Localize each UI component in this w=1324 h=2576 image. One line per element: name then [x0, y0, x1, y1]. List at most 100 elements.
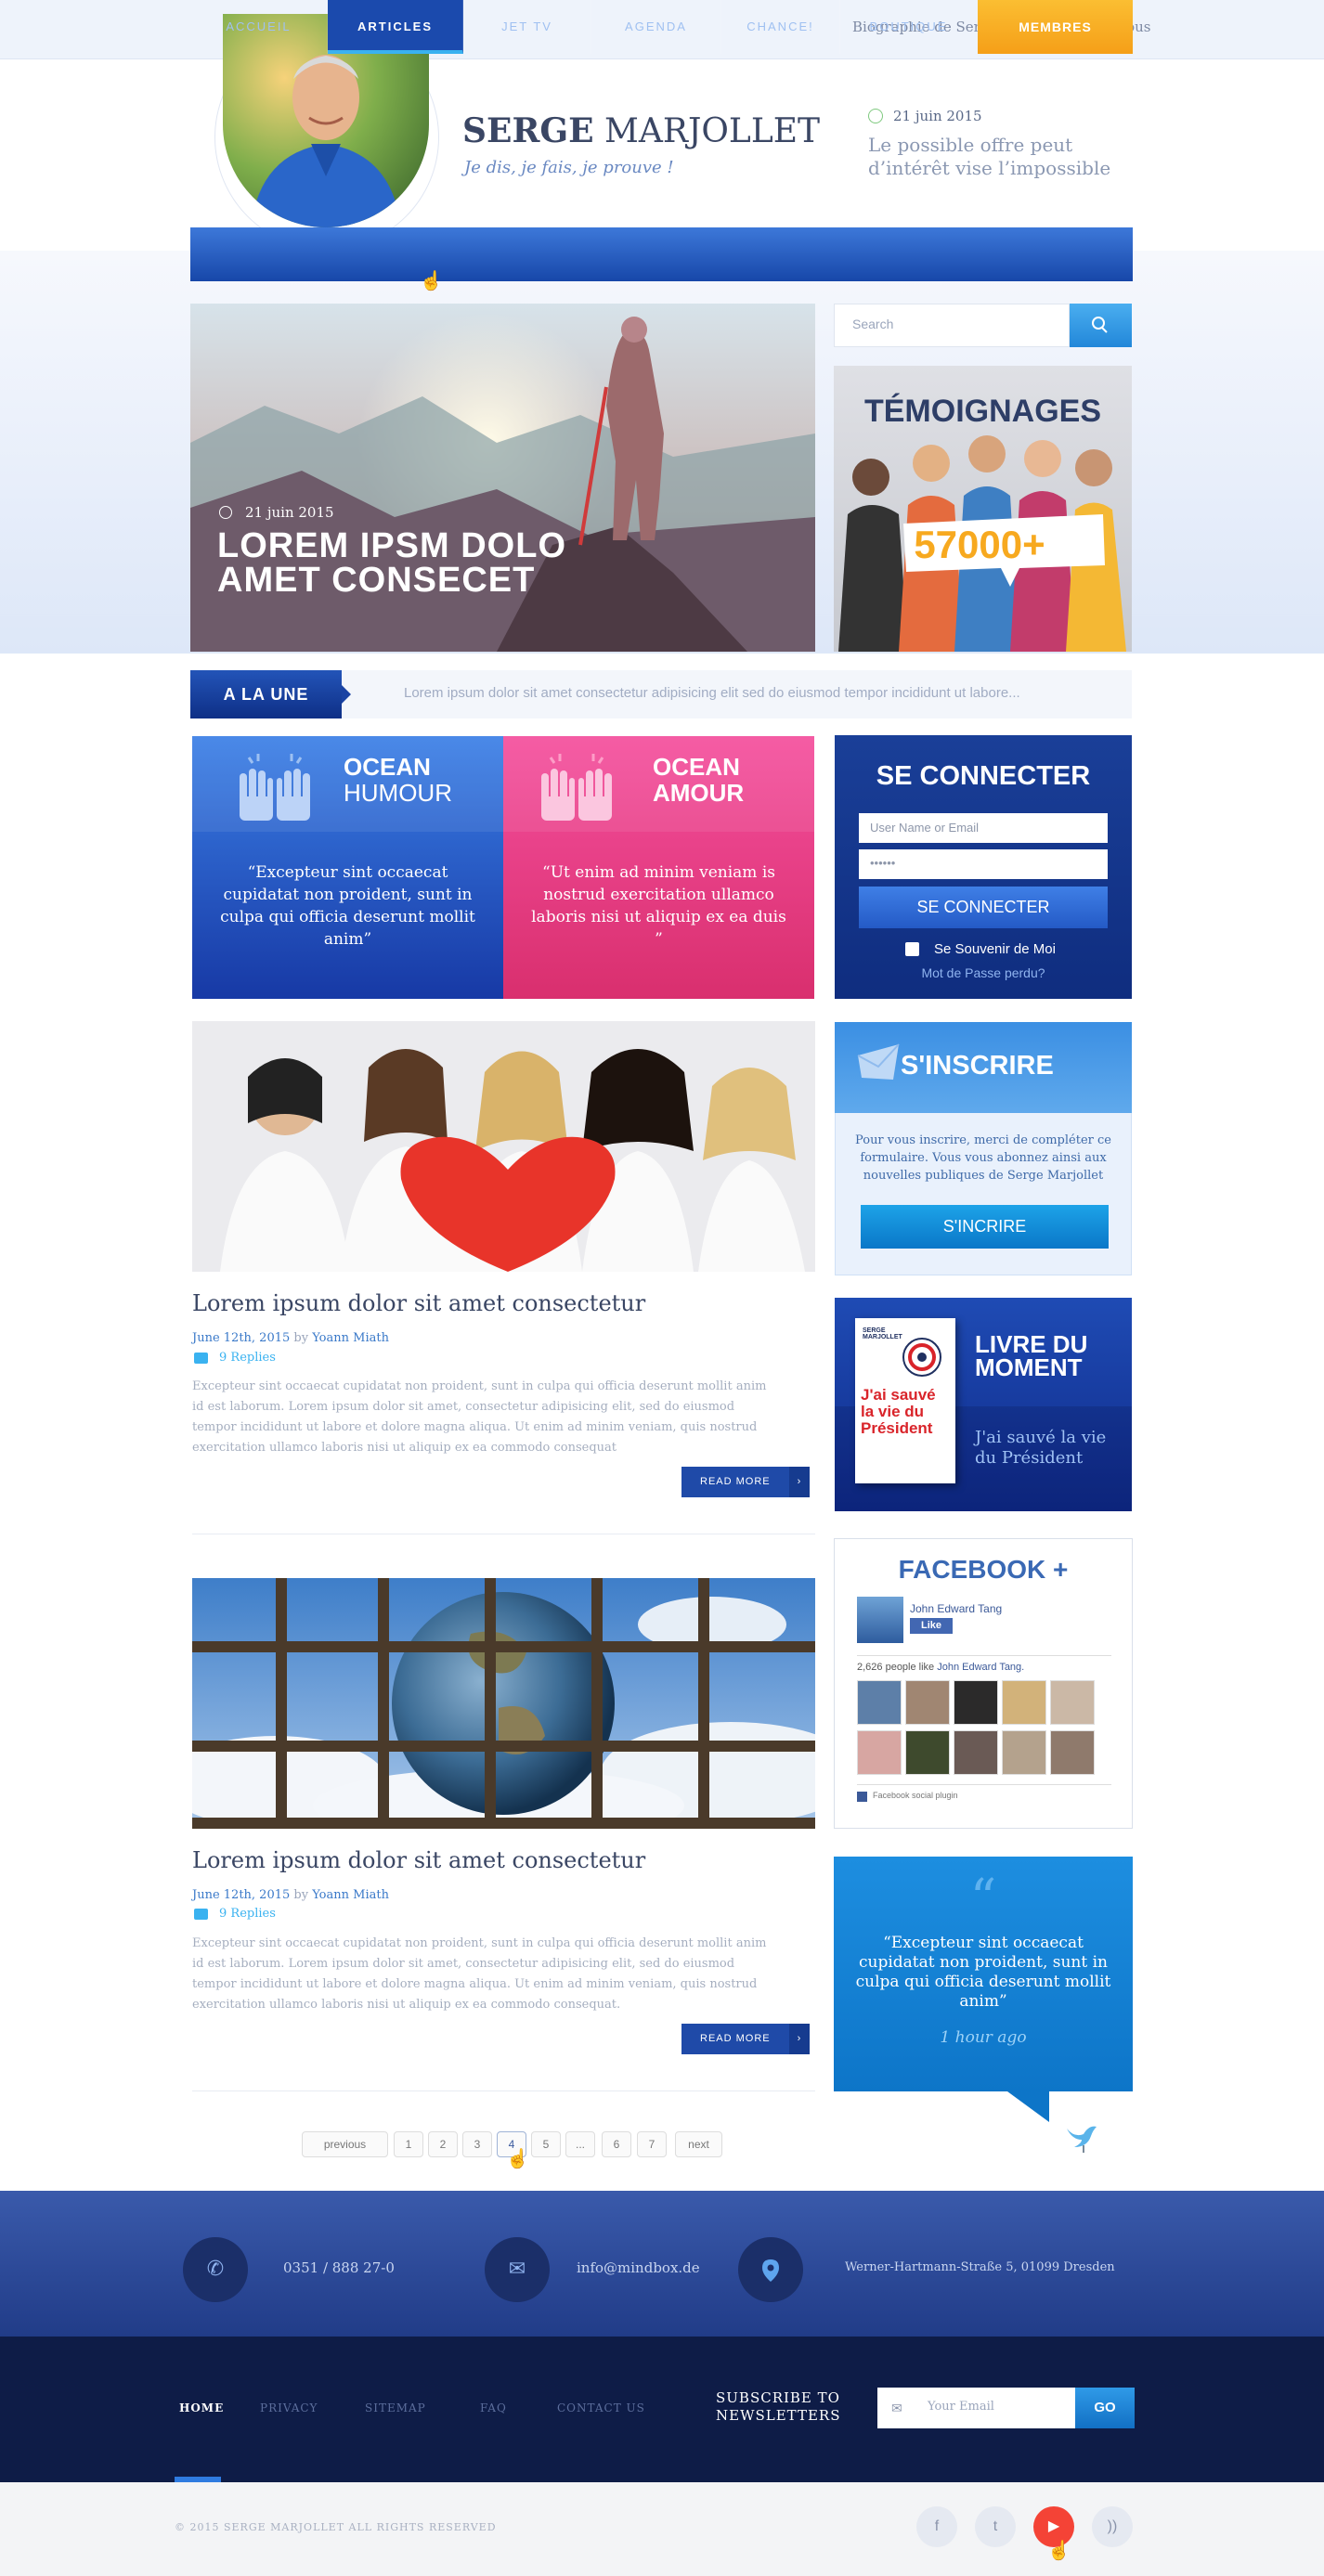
divider [857, 1655, 1111, 1656]
remember-label: Se Souvenir de Moi [934, 941, 1056, 957]
footer-link-faq[interactable]: FAQ [480, 2401, 507, 2414]
facebook-plugin-label: Facebook social plugin [873, 1791, 958, 1800]
cursor-hand-icon: ☝ [506, 2147, 529, 2169]
remember-checkbox[interactable] [905, 942, 919, 956]
newsletter-label: SUBSCRIBE TO NEWSLETTERS [716, 2389, 841, 2424]
forgot-password-link[interactable]: Mot de Passe perdu? [835, 965, 1132, 980]
post-image-women-heart[interactable] [192, 1021, 815, 1272]
post-title[interactable]: Lorem ipsum dolor sit amet consectetur [192, 1847, 645, 1873]
username-placeholder: User Name or Email [870, 821, 980, 835]
facebook-friends-grid [857, 1680, 1111, 1777]
nav-accueil[interactable]: ACCUEIL [190, 0, 328, 54]
nav-jet-tv[interactable]: JET TV [463, 0, 591, 54]
pagination-page[interactable]: 1 [394, 2131, 423, 2157]
tweet-quote: “Excepteur sint occaecat cupidatat non p… [855, 1934, 1111, 2011]
post-author-link[interactable]: Yoann Miath [312, 1888, 389, 1902]
news-ticker-text[interactable]: Lorem ipsum dolor sit amet consectetur a… [404, 685, 1020, 701]
signup-text: Pour vous inscrire, merci de compléter c… [855, 1133, 1111, 1183]
ocean-humour-title: OCEAN HUMOUR [344, 753, 452, 807]
tweet-time: 1 hour ago [940, 2028, 1027, 2047]
facebook-friend-thumb [1002, 1730, 1046, 1775]
clock-icon [219, 506, 232, 519]
rss-icon[interactable]: )) [1092, 2506, 1133, 2547]
phone-icon: ✆ [183, 2237, 248, 2302]
ocean-humour-quote: “Excepteur sint occaecat cupidatat non p… [220, 863, 475, 949]
clock-icon [868, 109, 883, 123]
facebook-title: FACEBOOK + [898, 1555, 1069, 1584]
chevron-right-icon: › [789, 2024, 810, 2054]
facebook-like-button[interactable]: Like [910, 1618, 953, 1634]
pagination-page[interactable]: 2 [428, 2131, 458, 2157]
footer-link-home[interactable]: HOME [179, 2401, 224, 2414]
newsletter-go-button[interactable]: GO [1075, 2388, 1135, 2428]
facebook-friend-thumb [954, 1730, 998, 1775]
post-replies[interactable]: 9 Replies [219, 1907, 276, 1921]
search-placeholder: Search [852, 317, 894, 331]
facebook-friend-thumb [1050, 1680, 1095, 1725]
search-button[interactable] [1070, 304, 1132, 347]
facebook-friend-thumb [905, 1680, 950, 1725]
divider [857, 1784, 1111, 1785]
post-author-link[interactable]: Yoann Miath [312, 1331, 389, 1345]
nav-chance[interactable]: CHANCE! [721, 0, 840, 54]
post-meta: June 12th, 2015 by Yoann Miath [192, 1331, 389, 1345]
testimonials-title: TÉMOIGNAGES [863, 394, 1102, 429]
nav-members-button[interactable]: MEMBRES [978, 0, 1133, 54]
signup-title: S'INSCRIRE [901, 1051, 1054, 1081]
contact-email[interactable]: info@mindbox.de [577, 2259, 700, 2276]
comment-icon [194, 1909, 208, 1920]
read-more-button[interactable]: READ MORE › [681, 1467, 810, 1497]
post-title[interactable]: Lorem ipsum dolor sit amet consectetur [192, 1290, 645, 1316]
password-input[interactable] [859, 849, 1108, 879]
cursor-hand-icon: ☝ [1047, 2539, 1071, 2561]
envelope-icon [856, 1042, 901, 1087]
post-excerpt: Excepteur sint occaecat cupidatat non pr… [192, 1379, 767, 1455]
contact-phone[interactable]: 0351 / 888 27-0 [283, 2259, 395, 2276]
contact-address: Werner-Hartmann-Straße 5, 01099 Dresden [845, 2260, 1115, 2274]
cursor-hand-icon: ☝ [420, 269, 443, 291]
header-quote: Le possible offre peut d’intérêt vise l’… [868, 134, 1111, 179]
post-replies[interactable]: 9 Replies [219, 1351, 276, 1365]
newsletter-placeholder: Your Email [928, 2400, 994, 2414]
book-cover: SERGE MARJOLLET J'ai sauvé la vie du Pré… [855, 1318, 955, 1483]
pagination-page[interactable]: 3 [462, 2131, 492, 2157]
main-nav [190, 227, 1133, 281]
comment-icon [194, 1353, 208, 1364]
pagination-page[interactable]: 6 [602, 2131, 631, 2157]
facebook-friend-thumb [857, 1680, 902, 1725]
twitter-icon[interactable]: t [975, 2506, 1016, 2547]
quote-icon: “ [969, 1869, 997, 1929]
tweet-tail [1007, 2091, 1049, 2122]
pagination-previous[interactable]: previous [302, 2131, 388, 2157]
footer-link-contact-us[interactable]: CONTACT US [557, 2401, 645, 2414]
testimonials-count: 57000+ [914, 523, 1045, 566]
mail-icon: ✉ [485, 2237, 550, 2302]
footer-link-privacy[interactable]: PRIVACY [260, 2401, 318, 2414]
hands-icon [532, 750, 620, 828]
hands-icon [230, 750, 318, 828]
footer-link-sitemap[interactable]: SITEMAP [365, 2401, 426, 2414]
pagination-page[interactable]: 5 [531, 2131, 561, 2157]
pagination-next[interactable]: next [675, 2131, 722, 2157]
nav-agenda[interactable]: AGENDA [591, 0, 721, 54]
signup-button[interactable]: S'INCRIRE [861, 1205, 1109, 1249]
read-more-button[interactable]: READ MORE › [681, 2024, 810, 2054]
tagline: Je dis, je fais, je prouve ! [464, 158, 674, 177]
twitter-bird-icon [1063, 2119, 1100, 2156]
book-subtitle: J'ai sauvé la vie du Président [975, 1428, 1107, 1468]
chevron-right-icon: › [789, 1467, 810, 1497]
nav-boutique[interactable]: BOUTIQUE [840, 0, 978, 54]
login-button[interactable]: SE CONNECTER [859, 887, 1108, 928]
facebook-friend-thumb [905, 1730, 950, 1775]
news-ticker-label: A LA UNE [190, 670, 342, 718]
facebook-user[interactable]: John Edward Tang [910, 1602, 1002, 1615]
hero-title[interactable]: LOREM IPSM DOLO AMET CONSECET [217, 528, 566, 598]
post-excerpt: Excepteur sint occaecat cupidatat non pr… [192, 1936, 767, 2012]
facebook-profile-photo[interactable] [857, 1597, 903, 1643]
facebook-friend-thumb [1050, 1730, 1095, 1775]
post-image-earth-window[interactable] [192, 1578, 815, 1829]
facebook-icon[interactable]: f [916, 2506, 957, 2547]
nav-articles[interactable]: ARTICLES [328, 0, 463, 54]
pagination-page[interactable]: 7 [637, 2131, 667, 2157]
ocean-amour-title: OCEAN AMOUR [653, 753, 745, 807]
